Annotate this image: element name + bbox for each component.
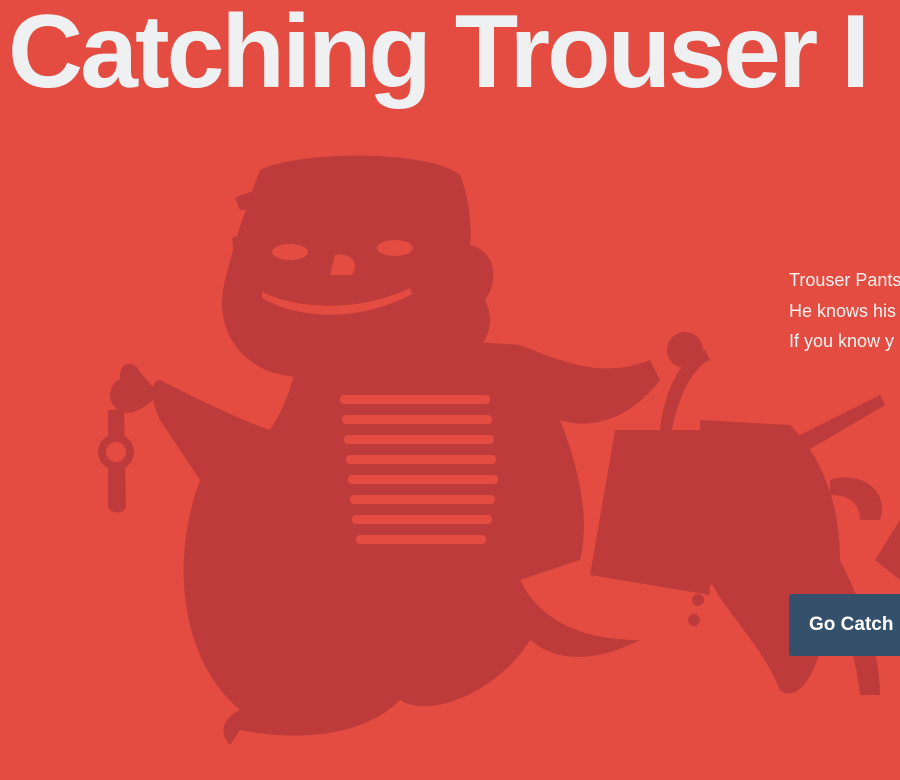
go-catch-button[interactable]: Go Catch	[789, 594, 900, 656]
tagline: Trouser Pants He knows his If you know y	[789, 265, 900, 357]
tagline-line: He knows his	[789, 300, 897, 321]
masked-thief-icon	[98, 155, 900, 745]
tagline-line: Trouser Pants	[789, 270, 900, 290]
page-title: Catching Trouser I	[8, 0, 870, 110]
tagline-line: If you know y	[789, 331, 895, 351]
